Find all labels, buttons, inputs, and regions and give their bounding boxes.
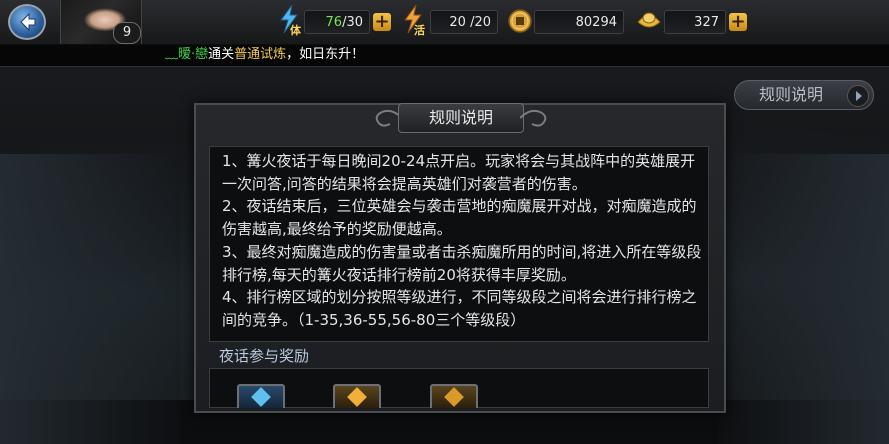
reward-item[interactable]	[237, 384, 285, 408]
title-ornament-right-icon	[520, 109, 547, 127]
stamina-value: 76/30	[304, 10, 370, 34]
broadcast-bar: ﹏暧·戀通关普通试炼，如日东升！	[0, 44, 889, 67]
broadcast-message: ﹏暧·戀通关普通试炼，如日东升！	[165, 44, 364, 66]
reward-item[interactable]	[430, 384, 478, 408]
top-bar: 9 体 76/30 + 活 20 /20 80294 327 +	[0, 0, 889, 45]
background-wall-right	[719, 154, 889, 444]
rule-item-4: 4、排行榜区域的划分按照等级进行，不同等级段之间将会进行排行榜之间的竞争。（1-…	[222, 288, 697, 329]
coins-value: 80294	[534, 10, 624, 34]
panel-title: 规则说明	[398, 103, 524, 133]
coin-icon	[508, 9, 532, 33]
gold-ingot-icon	[637, 12, 661, 28]
reward-item[interactable]	[333, 384, 381, 408]
background-wall-left	[0, 154, 180, 444]
broadcast-player: ﹏暧·戀	[165, 47, 209, 62]
rules-button-label: 规则说明	[759, 85, 824, 104]
energy-label: 活	[414, 24, 425, 37]
add-stamina-button[interactable]: +	[373, 13, 391, 31]
broadcast-stage: 普通试炼	[234, 47, 287, 62]
rule-item-1: 1、篝火夜话于每日晚间20-24点开启。玩家将会与其战阵中的英雄展开一次问答,问…	[222, 152, 696, 193]
gold-value: 327	[664, 10, 726, 34]
energy-value: 20 /20	[430, 10, 498, 34]
reward-gem-icon	[347, 387, 367, 407]
stamina-current: 76	[325, 15, 343, 30]
rules-text: 1、篝火夜话于每日晚间20-24点开启。玩家将会与其战阵中的英雄展开一次问答,问…	[222, 150, 702, 332]
broadcast-text2: ，如日东升！	[286, 47, 365, 62]
stamina-max: /30	[342, 15, 363, 30]
level-badge: 9	[113, 22, 141, 44]
reward-gem-icon	[444, 387, 464, 407]
add-gold-button[interactable]: +	[729, 13, 747, 31]
panel-title-bar: 规则说明	[372, 100, 550, 136]
rule-item-3: 3、最终对痴魔造成的伤害量或者击杀痴魔所用的时间,将进入所在等级段排行榜,每天的…	[222, 242, 702, 284]
stamina-label: 体	[290, 24, 301, 37]
back-button[interactable]	[8, 4, 46, 40]
back-arrow-icon	[20, 12, 36, 32]
reward-section-label: 夜话参与奖励	[219, 347, 310, 365]
reward-gem-icon	[251, 387, 271, 407]
rules-button[interactable]: 规则说明	[734, 80, 874, 110]
rule-item-2: 2、夜话结束后，三位英雄会与袭击营地的痴魔展开对战，对痴魔造成的伤害越高,最终给…	[222, 197, 697, 239]
broadcast-text1: 通关	[208, 47, 235, 62]
play-arrow-icon	[847, 85, 869, 107]
